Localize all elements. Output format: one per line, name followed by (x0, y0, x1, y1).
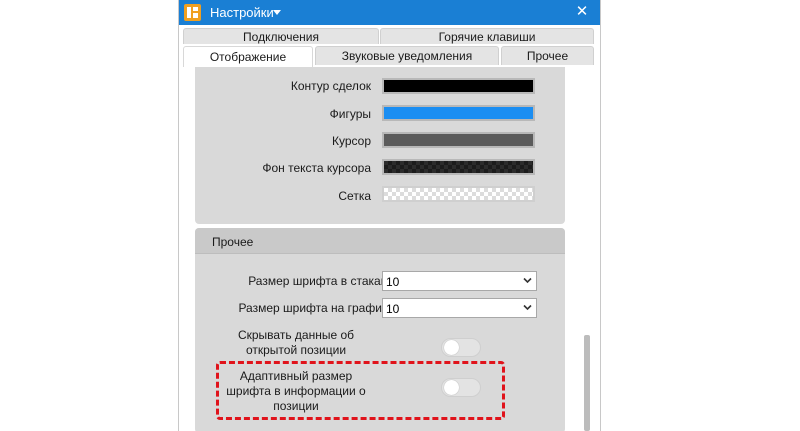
tab-sound-notifications[interactable]: Звуковые уведомления (315, 46, 499, 65)
font-size-chart-label: Размер шрифта на графике (238, 301, 394, 315)
close-button[interactable]: ✕ (572, 3, 592, 21)
vertical-scrollbar[interactable] (584, 335, 590, 431)
settings-window: Настройки ✕ Подключения Горячие клавиши … (178, 0, 601, 431)
cursor-color-swatch[interactable] (382, 132, 535, 148)
font-size-chart-value: 10 (386, 302, 400, 316)
cursor-label: Курсор (331, 134, 371, 148)
tab-other[interactable]: Прочее (501, 46, 594, 65)
hide-position-label-line2: открытой позиции (245, 343, 347, 357)
other-panel-header: Прочее (195, 228, 565, 254)
font-size-book-label: Размер шрифта в стакане (248, 274, 394, 288)
title-bar: Настройки ✕ (179, 0, 600, 25)
tab-connections[interactable]: Подключения (183, 28, 379, 44)
cursor-text-bg-label: Фон текста курсора (262, 161, 371, 175)
deal-outline-label: Контур сделок (290, 79, 371, 93)
other-panel-title: Прочее (212, 235, 254, 249)
settings-content: Контур сделок Фигуры Курсор Фон текста к… (179, 67, 600, 431)
deal-outline-color-swatch[interactable] (382, 78, 535, 94)
grid-color-swatch[interactable] (382, 186, 535, 202)
shapes-label: Фигуры (329, 107, 371, 121)
shapes-color-swatch[interactable] (382, 105, 535, 121)
font-size-book-select[interactable]: 10 (382, 271, 537, 291)
title-dropdown-caret-icon[interactable] (273, 10, 281, 15)
font-size-chart-select[interactable]: 10 (382, 298, 537, 318)
chevron-down-icon (523, 277, 532, 284)
font-size-book-value: 10 (386, 275, 400, 289)
hide-position-label: Скрывать данные об открытой позиции (213, 328, 379, 358)
tab-hotkeys[interactable]: Горячие клавиши (380, 28, 594, 44)
hide-position-toggle[interactable] (441, 338, 481, 357)
hide-position-label-line1: Скрывать данные об (237, 328, 355, 342)
grid-label: Сетка (338, 189, 371, 203)
cursor-text-bg-color-swatch[interactable] (382, 159, 535, 175)
highlight-annotation (216, 361, 505, 420)
tab-bar: Подключения Горячие клавиши Отображение … (179, 25, 600, 67)
chevron-down-icon (523, 304, 532, 311)
colors-panel: Контур сделок Фигуры Курсор Фон текста к… (195, 67, 565, 224)
tab-display[interactable]: Отображение (183, 46, 313, 67)
window-title[interactable]: Настройки (210, 5, 274, 20)
toggle-knob (444, 340, 459, 355)
app-logo-icon (184, 4, 201, 21)
